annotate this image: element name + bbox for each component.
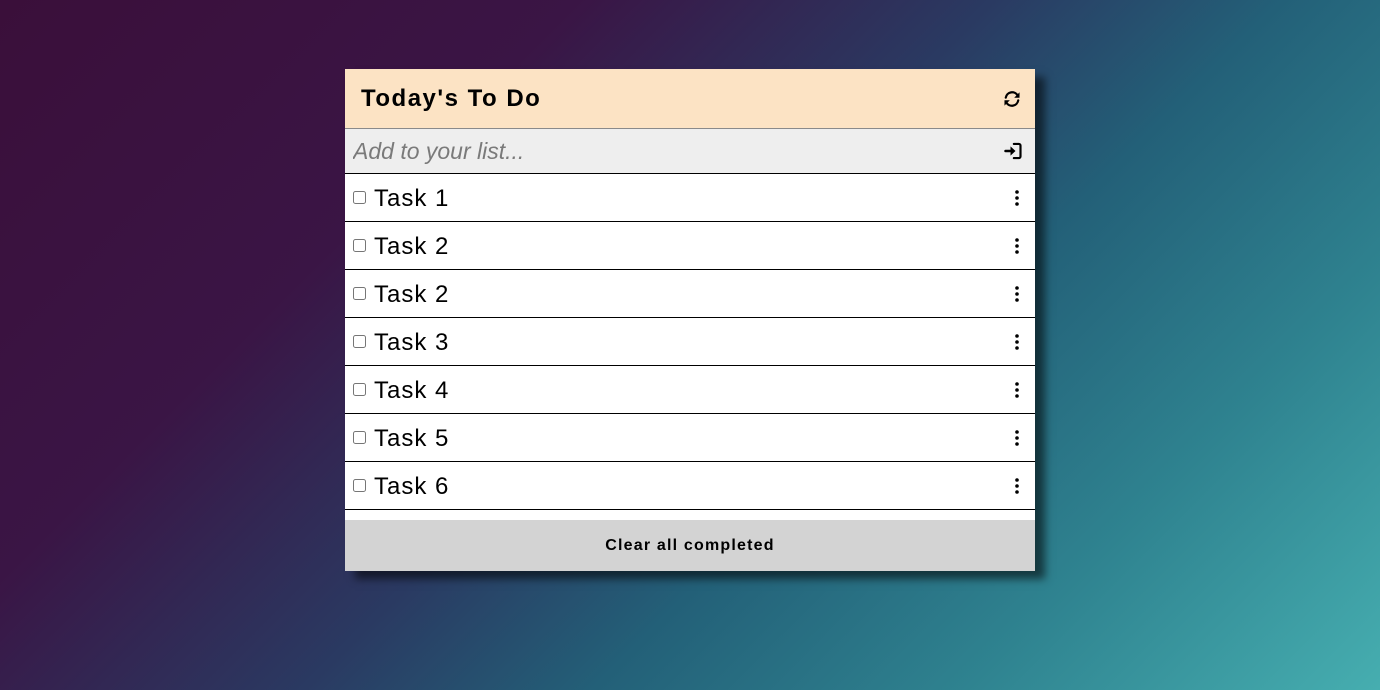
sign-in-icon[interactable]: [1003, 141, 1023, 161]
task-label: Task 2: [374, 281, 450, 308]
list-item[interactable]: Task 2: [345, 270, 1035, 318]
more-options-icon[interactable]: [1007, 284, 1027, 304]
task-label: Task 1: [374, 185, 450, 212]
list-item[interactable]: Task 3: [345, 318, 1035, 366]
add-task-row: [345, 129, 1035, 174]
task-label: Task 3: [374, 329, 450, 356]
more-options-icon[interactable]: [1007, 428, 1027, 448]
task-label: Task 6: [374, 473, 450, 500]
refresh-icon[interactable]: [1001, 88, 1023, 110]
more-options-icon[interactable]: [1007, 236, 1027, 256]
task-checkbox[interactable]: [353, 191, 366, 204]
task-checkbox[interactable]: [353, 479, 366, 492]
task-checkbox[interactable]: [353, 287, 366, 300]
task-checkbox[interactable]: [353, 383, 366, 396]
list-item[interactable]: [345, 510, 1035, 520]
more-options-icon[interactable]: [1007, 380, 1027, 400]
more-options-icon[interactable]: [1007, 188, 1027, 208]
todo-card: Today's To Do Task 1Task 2Task 2Task 3Ta…: [345, 69, 1035, 571]
task-label: Task 2: [374, 233, 450, 260]
more-options-icon[interactable]: [1007, 476, 1027, 496]
todo-header: Today's To Do: [345, 69, 1035, 129]
list-item[interactable]: Task 5: [345, 414, 1035, 462]
list-item[interactable]: Task 4: [345, 366, 1035, 414]
clear-completed-button[interactable]: Clear all completed: [345, 520, 1035, 571]
list-item[interactable]: Task 2: [345, 222, 1035, 270]
list-item[interactable]: Task 6: [345, 462, 1035, 510]
task-checkbox[interactable]: [353, 239, 366, 252]
task-checkbox[interactable]: [353, 431, 366, 444]
task-label: Task 5: [374, 425, 450, 452]
list-item[interactable]: Task 1: [345, 174, 1035, 222]
task-label: Task 4: [374, 377, 450, 404]
task-checkbox[interactable]: [353, 335, 366, 348]
more-options-icon[interactable]: [1007, 332, 1027, 352]
add-task-input[interactable]: [345, 129, 985, 173]
task-list[interactable]: Task 1 Task 2 Task 2 Task 3 Task 4 Task 5 Task…: [345, 174, 1035, 520]
page-title: Today's To Do: [361, 85, 542, 112]
